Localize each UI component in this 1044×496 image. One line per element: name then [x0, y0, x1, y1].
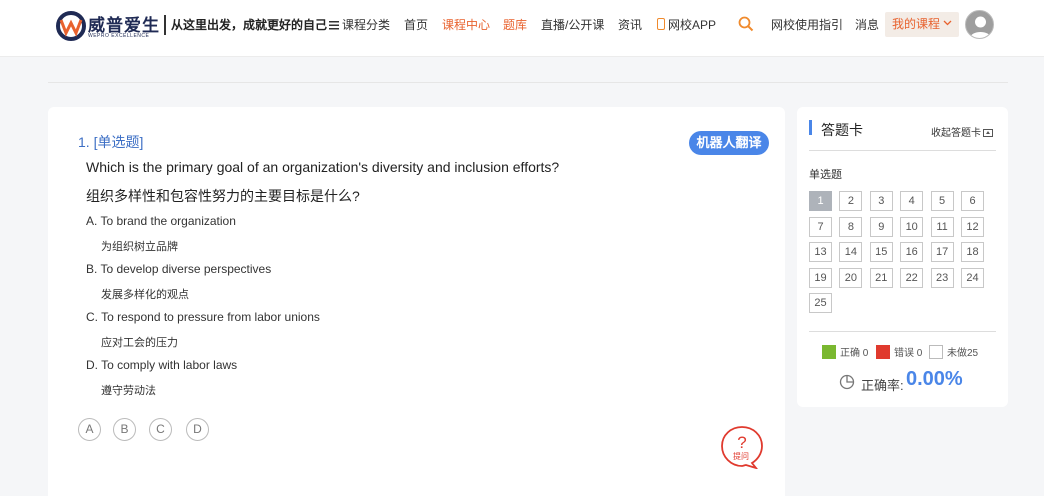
question-number-cell[interactable]: 20: [839, 267, 863, 288]
single-choice-label: 单选题: [809, 169, 842, 181]
answer-button-d[interactable]: D: [186, 418, 209, 441]
nav-home[interactable]: 首页: [404, 17, 428, 33]
nav-course-center[interactable]: 课程中心: [442, 17, 490, 33]
undone-swatch: [929, 345, 943, 359]
title-accent: [809, 120, 812, 135]
nav-app-label: 网校APP: [668, 18, 717, 32]
option-a-cn: 为组织树立品牌: [101, 241, 178, 253]
divider: [48, 82, 1008, 83]
menu-icon: [329, 21, 339, 30]
slogan: 从这里出发，成就更好的自己: [164, 15, 327, 35]
question-number-cell[interactable]: 12: [961, 216, 984, 237]
answer-card: 答题卡 收起答题卡 单选题 1 2 3 4 5 6 7 8 9 10 11 12 13 14 15 16 17 1…: [797, 107, 1008, 407]
question-number-cell[interactable]: 21: [869, 267, 893, 288]
option-d: D. To comply with labor laws: [86, 358, 238, 372]
ask-label: 提问: [733, 452, 749, 461]
brand-subtitle: WEPRO EXCELLENCE: [88, 33, 150, 39]
my-courses-dropdown[interactable]: 我的课程: [885, 12, 959, 37]
option-a: A. To brand the organization: [86, 214, 236, 228]
robot-translate-button[interactable]: 机器人翻译: [689, 131, 769, 155]
question-number-cell[interactable]: 18: [961, 242, 984, 262]
svg-text:?: ?: [737, 433, 746, 452]
nav-categories[interactable]: 课程分类: [329, 17, 390, 33]
answer-button-b[interactable]: B: [113, 418, 136, 441]
question-number-cell[interactable]: 5: [930, 191, 954, 211]
nav-live[interactable]: 直播/公开课: [541, 17, 604, 33]
question-number-cell[interactable]: 23: [930, 267, 954, 288]
question-number-cell[interactable]: 22: [900, 267, 924, 288]
answer-card-title: 答题卡: [821, 122, 863, 138]
option-d-cn: 遵守劳动法: [101, 385, 156, 397]
collapse-card-label: 收起答题卡: [931, 128, 981, 139]
legend-wrong-label: 错误 0: [894, 348, 923, 359]
question-number-cell[interactable]: 16: [900, 242, 924, 262]
question-number-cell[interactable]: 9: [869, 216, 893, 237]
option-b-cn: 发展多样化的观点: [101, 289, 189, 301]
nav-question-bank[interactable]: 题库: [503, 17, 527, 33]
answer-button-a[interactable]: A: [78, 418, 101, 441]
ask-question-button[interactable]: ? 提问: [720, 425, 764, 470]
question-number-cell[interactable]: 11: [930, 216, 954, 237]
question-number-cell[interactable]: 13: [809, 242, 832, 262]
question-number-cell[interactable]: 14: [839, 242, 863, 262]
question-number-cell[interactable]: 7: [809, 216, 832, 237]
my-courses-label: 我的课程: [892, 17, 941, 31]
question-panel: 1. [单选题] 机器人翻译 Which is the primary goal…: [48, 107, 785, 496]
avatar[interactable]: [965, 10, 994, 39]
accuracy-label: 正确率:: [861, 378, 904, 393]
question-number-cell[interactable]: 3: [869, 191, 893, 211]
answer-button-c[interactable]: C: [149, 418, 172, 441]
question-number-cell[interactable]: 17: [930, 242, 954, 262]
nav-app[interactable]: 网校APP: [657, 17, 716, 33]
nav-news[interactable]: 资讯: [618, 17, 642, 33]
top-header: 威普爱生 WEPRO EXCELLENCE 从这里出发，成就更好的自己 课程分类…: [0, 0, 1044, 57]
nav-messages[interactable]: 消息: [855, 17, 879, 33]
question-type: 1. [单选题]: [78, 134, 144, 150]
wrong-swatch: [876, 345, 890, 359]
collapse-card-button[interactable]: 收起答题卡: [931, 124, 993, 139]
question-number-cell[interactable]: 8: [839, 216, 863, 237]
user-icon: [970, 16, 991, 38]
ask-bubble-icon: ?: [721, 426, 763, 470]
legend-correct: 正确 0: [822, 344, 868, 359]
legend-undone: 未做25: [929, 344, 978, 359]
question-number-cell[interactable]: 15: [869, 242, 893, 262]
question-text-cn: 组织多样性和包容性努力的主要目标是什么?: [86, 188, 360, 204]
question-number-cell[interactable]: 25: [809, 293, 832, 313]
nav-categories-label: 课程分类: [342, 18, 391, 32]
logo-mark-icon: [56, 11, 86, 41]
logo[interactable]: 威普爱生 WEPRO EXCELLENCE: [56, 9, 164, 43]
question-number-cell[interactable]: 2: [839, 191, 863, 211]
side-divider-top: [809, 150, 996, 151]
nav-guide[interactable]: 网校使用指引: [771, 17, 843, 33]
question-text-en: Which is the primary goal of an organiza…: [86, 159, 560, 175]
question-number-cell[interactable]: 24: [961, 267, 984, 288]
question-number-cell[interactable]: 19: [809, 267, 832, 288]
legend-undone-label: 未做25: [947, 348, 979, 359]
legend-wrong: 错误 0: [876, 344, 922, 359]
option-b: B. To develop diverse perspectives: [86, 262, 272, 276]
side-divider-bottom: [809, 331, 996, 332]
collapse-up-icon: [983, 129, 993, 137]
question-number-cell[interactable]: 6: [961, 191, 984, 211]
search-icon[interactable]: [738, 16, 754, 32]
question-number-cell[interactable]: 10: [900, 216, 924, 237]
legend-correct-label: 正确 0: [840, 348, 869, 359]
question-number-cell[interactable]: 1: [809, 191, 832, 211]
pie-chart-icon: [839, 374, 855, 390]
option-c: C. To respond to pressure from labor uni…: [86, 310, 320, 324]
correct-swatch: [822, 345, 836, 359]
chevron-down-icon: [943, 20, 952, 26]
phone-icon: [657, 18, 665, 30]
option-c-cn: 应对工会的压力: [101, 337, 178, 349]
accuracy-value: 0.00%: [906, 368, 963, 390]
question-number-cell[interactable]: 4: [900, 191, 924, 211]
